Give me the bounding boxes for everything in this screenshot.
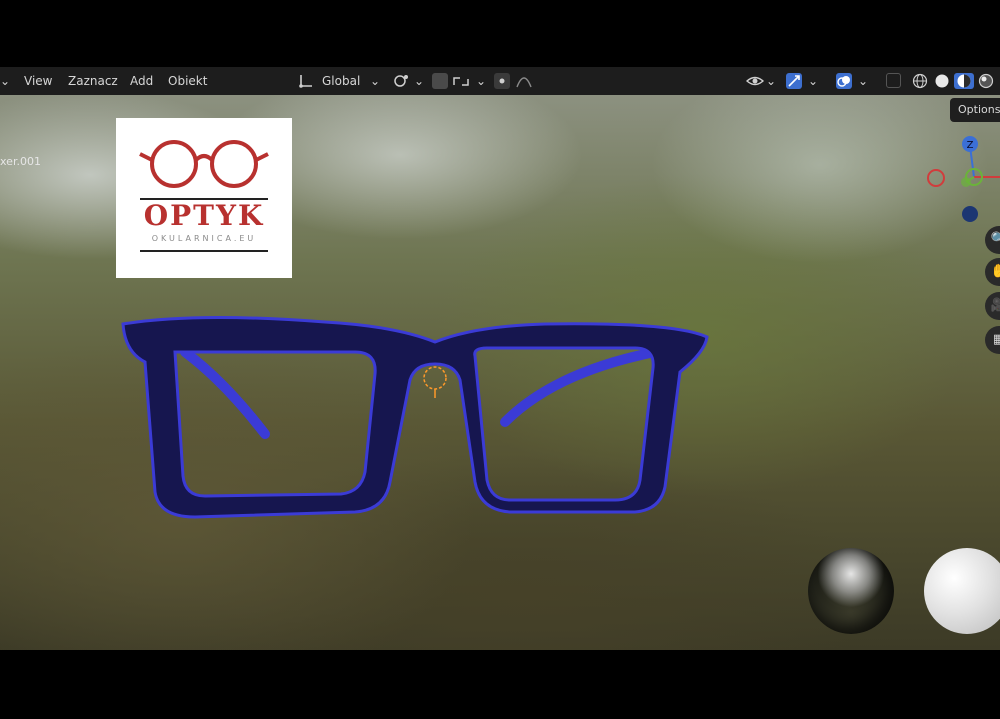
rendered-shading-icon[interactable] — [978, 67, 998, 95]
gizmo-neg-z-axis[interactable] — [962, 206, 978, 222]
xray-icon[interactable] — [886, 73, 901, 88]
chevron-down-icon[interactable]: ⌄ — [808, 67, 818, 95]
chevron-down-icon[interactable]: ⌄ — [370, 67, 380, 95]
wireframe-shading-icon[interactable] — [912, 67, 932, 95]
logo-site: OKULARNICA.EU — [151, 234, 257, 243]
right-temple — [500, 347, 660, 427]
optyk-logo: OPTYK OKULARNICA.EU — [116, 118, 292, 278]
hdri-preview-sphere — [808, 548, 894, 634]
diffuse-preview-sphere — [924, 548, 1000, 634]
active-object-label: xer.001 — [0, 155, 41, 168]
options-tooltip[interactable]: Options — [950, 98, 1000, 122]
menu-view[interactable]: View — [24, 67, 52, 95]
chevron-down-icon[interactable]: ⌄ — [858, 67, 868, 95]
chevron-down-icon[interactable]: ⌄ — [476, 67, 486, 95]
editor-type-dropdown[interactable]: ⌄ — [0, 67, 10, 95]
transform-orientation-icon[interactable] — [298, 67, 318, 95]
menu-object[interactable]: Obiekt — [168, 67, 207, 95]
logo-divider-bottom — [140, 250, 268, 252]
snap-icon[interactable] — [432, 73, 448, 89]
glasses-logo-icon — [139, 140, 269, 188]
blender-window: ⌄ View Zaznacz Add Obiekt Global ⌄ ⌄ ⌄ ⌄… — [0, 0, 1000, 719]
glasses-frame — [121, 315, 709, 519]
material-shading-icon[interactable] — [954, 73, 974, 89]
snap-target-icon[interactable] — [452, 67, 474, 95]
proportional-editing-icon[interactable] — [494, 73, 510, 89]
logo-brand: OPTYK — [143, 199, 265, 232]
transform-orientation-value[interactable]: Global — [322, 67, 360, 95]
gizmo-z-label: Z — [967, 140, 974, 151]
navigation-gizmo[interactable]: Z — [922, 130, 1000, 230]
origin-marker-icon — [423, 366, 447, 390]
falloff-icon[interactable] — [516, 67, 536, 95]
gizmo-neg-x-axis[interactable] — [927, 169, 945, 187]
pivot-point-icon[interactable] — [392, 67, 414, 95]
visibility-icon[interactable] — [745, 67, 766, 95]
overlay-icon[interactable] — [836, 73, 852, 89]
menu-add[interactable]: Add — [130, 67, 153, 95]
gizmo-toggle-icon[interactable] — [786, 73, 802, 89]
menu-select[interactable]: Zaznacz — [68, 67, 118, 95]
chevron-down-icon[interactable]: ⌄ — [414, 67, 424, 95]
viewport-header: ⌄ View Zaznacz Add Obiekt Global ⌄ ⌄ ⌄ ⌄… — [0, 67, 1000, 95]
glasses-model[interactable] — [115, 312, 715, 532]
solid-shading-icon[interactable] — [934, 67, 954, 95]
chevron-down-icon[interactable]: ⌄ — [766, 67, 776, 95]
left-temple — [180, 347, 270, 439]
